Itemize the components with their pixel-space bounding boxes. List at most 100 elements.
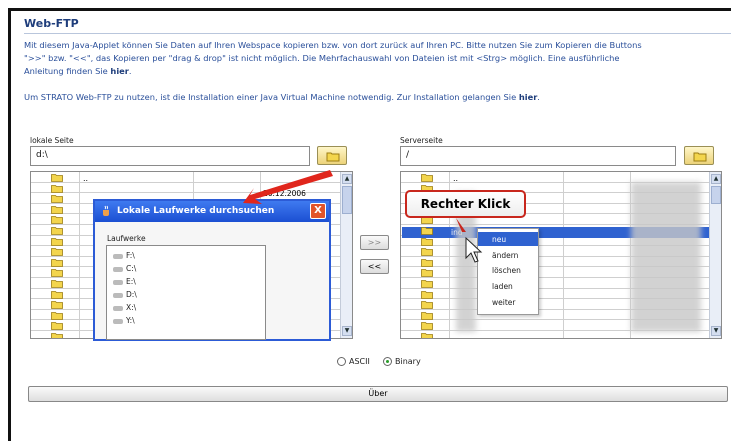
folder-icon [51, 237, 63, 246]
page-title: Web-FTP [24, 17, 79, 30]
column-divider [563, 172, 564, 338]
title-divider [24, 33, 731, 34]
folder-icon [51, 301, 63, 310]
local-scrollbar[interactable]: ▲ ▼ [340, 172, 352, 338]
folder-icon [51, 333, 63, 338]
folder-icon [421, 269, 433, 278]
drive-item[interactable]: X:\ [113, 303, 136, 312]
scroll-down-arrow[interactable]: ▼ [711, 326, 721, 336]
folder-icon [51, 174, 63, 182]
java-install-link[interactable]: hier [519, 92, 537, 102]
java-text: Um STRATO Web-FTP zu nutzen, ist die Ins… [24, 92, 517, 102]
folder-icon [51, 205, 63, 214]
remote-parent-entry[interactable]: .. [453, 174, 458, 183]
ueber-button[interactable]: Über [28, 386, 728, 402]
remote-side-label: Serverseite [400, 136, 443, 145]
intro-line-1: Mit diesem Java-Applet können Sie Daten … [24, 40, 642, 50]
drive-item[interactable]: Y:\ [113, 316, 135, 325]
context-menu: neu ändern löschen laden weiter [477, 228, 539, 315]
java-cup-icon [103, 205, 109, 216]
folder-icon [326, 152, 340, 162]
folder-icon [51, 290, 63, 299]
menu-item-aendern[interactable]: ändern [478, 248, 538, 262]
intro-help-link[interactable]: hier [110, 66, 128, 76]
menu-item-weiter[interactable]: weiter [478, 295, 538, 309]
scroll-thumb[interactable] [711, 186, 721, 204]
scroll-up-arrow[interactable]: ▲ [711, 174, 721, 184]
mode-ascii-label: ASCII [349, 357, 370, 366]
intro-line-3-text: Anleitung finden Sie [24, 66, 108, 76]
frame-border-top [8, 8, 731, 11]
folder-icon [51, 248, 63, 257]
folder-icon [51, 195, 63, 204]
scroll-thumb[interactable] [342, 186, 352, 214]
drive-label: D:\ [126, 290, 137, 299]
right-click-callout: Rechter Klick [405, 190, 526, 218]
drive-item[interactable]: D:\ [113, 290, 137, 299]
intro-line-2: ">>" bzw. "<<", das Kopieren per "drag &… [24, 53, 620, 63]
upload-button[interactable]: >> [360, 235, 389, 250]
folder-icon [421, 258, 433, 267]
scroll-up-arrow[interactable]: ▲ [342, 174, 352, 184]
scroll-down-arrow[interactable]: ▼ [342, 326, 352, 336]
folder-icon [421, 248, 433, 257]
intro-line-3-end: . [128, 66, 132, 76]
drive-item[interactable]: C:\ [113, 264, 136, 273]
download-button[interactable]: << [360, 259, 389, 274]
mode-ascii-radio[interactable]: ASCII [337, 357, 370, 366]
folder-icon [421, 322, 433, 331]
drive-icon [113, 266, 123, 272]
folder-icon [51, 216, 63, 225]
folder-icon [421, 301, 433, 310]
local-side-label: lokale Seite [30, 136, 74, 145]
drive-icon [113, 279, 123, 285]
folder-icon [421, 333, 433, 338]
drive-item[interactable]: F:\ [113, 251, 135, 260]
remote-browse-button[interactable] [684, 146, 714, 165]
drive-label: E:\ [126, 277, 136, 286]
drive-label: F:\ [126, 251, 135, 260]
folder-icon [693, 152, 707, 162]
drives-list[interactable]: F:\ C:\ E:\ D:\ X:\ Y:\ [106, 245, 266, 340]
folder-icon [51, 269, 63, 278]
folder-icon [421, 280, 433, 288]
table-row[interactable] [401, 331, 711, 338]
drive-item[interactable]: E:\ [113, 277, 136, 286]
drives-label: Laufwerke [107, 234, 146, 243]
table-row[interactable] [401, 172, 711, 183]
local-browse-button[interactable] [317, 146, 347, 165]
remote-path-field[interactable]: / [400, 146, 676, 166]
menu-item-neu[interactable]: neu [478, 232, 538, 246]
dialog-title: Lokale Laufwerke durchsuchen [117, 206, 275, 216]
menu-item-loeschen[interactable]: löschen [478, 263, 538, 277]
java-text-end: . [537, 92, 540, 102]
table-row[interactable] [31, 172, 341, 183]
menu-item-laden[interactable]: laden [478, 279, 538, 293]
drive-icon [113, 292, 123, 298]
folder-icon [421, 290, 433, 299]
dialog-titlebar[interactable]: Lokale Laufwerke durchsuchen X [95, 201, 329, 222]
folder-icon [51, 184, 63, 193]
mode-binary-label: Binary [395, 357, 421, 366]
browse-drives-dialog: Lokale Laufwerke durchsuchen X Laufwerke… [93, 199, 331, 341]
dialog-close-button[interactable]: X [310, 203, 326, 219]
radio-checked-icon [383, 357, 392, 366]
folder-icon [421, 227, 433, 235]
drive-icon [113, 305, 123, 311]
local-parent-entry[interactable]: .. [83, 174, 88, 183]
drive-icon [113, 253, 123, 259]
folder-icon [51, 311, 63, 320]
folder-icon [421, 174, 433, 182]
drive-label: Y:\ [126, 316, 135, 325]
local-date-fragment: 26.12.2006 [263, 189, 306, 198]
folder-icon [51, 227, 63, 235]
folder-icon [51, 322, 63, 331]
column-divider [79, 172, 80, 338]
remote-scrollbar[interactable]: ▲ ▼ [709, 172, 721, 338]
local-path-field[interactable]: d:\ [30, 146, 310, 166]
drive-label: X:\ [126, 303, 137, 312]
blurred-file-dates [631, 182, 701, 332]
mode-binary-radio[interactable]: Binary [383, 357, 421, 366]
intro-paragraph: Mit diesem Java-Applet können Sie Daten … [24, 39, 729, 78]
folder-icon [421, 311, 433, 320]
